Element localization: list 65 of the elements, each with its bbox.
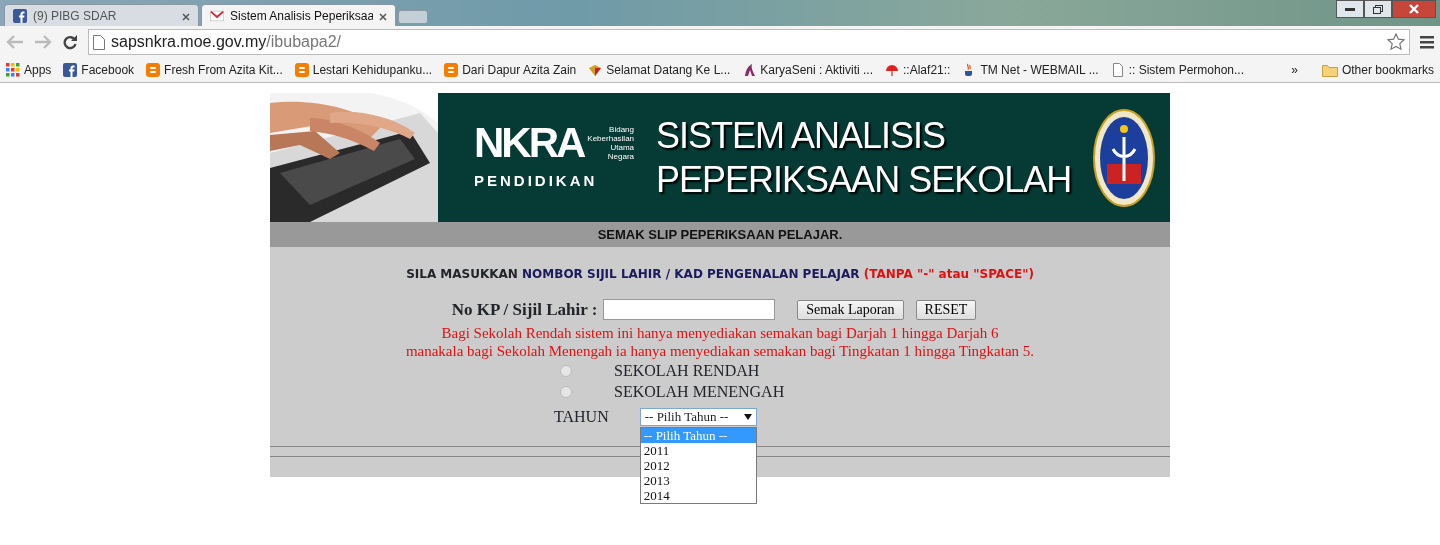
leaf-icon (588, 63, 603, 77)
figure-icon (742, 63, 757, 77)
bookmark[interactable]: Apps (6, 61, 52, 79)
tab-title: (9) PIBG SDAR (33, 7, 118, 25)
logo-caption: Bidang (609, 125, 635, 135)
restore-icon (1373, 4, 1383, 14)
bookmark-folder[interactable]: Other bookmarks (1321, 61, 1434, 79)
bookmark[interactable]: Selamat Datang Ke L... (588, 61, 731, 79)
radio-label: SEKOLAH RENDAH (614, 361, 760, 381)
minimize-icon (1345, 7, 1355, 11)
id-number-field[interactable] (603, 299, 776, 321)
logo-caption: Negara (607, 152, 635, 162)
bookmark[interactable]: ::Alaf21:: (885, 61, 951, 79)
notice-text: Bagi Sekolah Rendah sistem ini hanya menyediakan semakan bagi Darjah 1 hingga Darjah 6 (440, 323, 1000, 342)
logo-subtitle: PENDIDIKAN (474, 171, 598, 192)
logo-caption: Utama (610, 143, 635, 153)
field-label: No KP / Sijil Lahir : (451, 299, 598, 321)
radio-button[interactable] (560, 365, 572, 377)
bookmark[interactable]: Fresh From Azita Kit... (146, 61, 283, 79)
star-icon[interactable] (1387, 33, 1405, 51)
maximize-button[interactable] (1364, 0, 1392, 18)
blog-icon (146, 63, 161, 77)
address-bar[interactable]: sapsnkra.moe.gov.my/ibubapa2/ (88, 29, 1410, 55)
logo-caption: Keberhasilan (587, 134, 635, 144)
close-button[interactable] (1392, 0, 1436, 18)
dropdown-option[interactable]: 2013 (640, 472, 756, 488)
radio-label: SEKOLAH MENENGAH (614, 382, 785, 402)
dropdown-option[interactable]: 2011 (640, 442, 756, 458)
notice-text: manakala bagi Sekolah Menengah ia hanya menyediakan semakan bagi Tingkatan 1 hingga Tingkatan 5. (404, 341, 1036, 360)
bookmark[interactable]: KaryaSeni : Aktiviti ... (742, 61, 874, 79)
reset-button[interactable]: RESET (915, 299, 977, 320)
page-icon (93, 34, 105, 50)
nkra-logo-text: NKRA (474, 122, 584, 165)
bookmark[interactable]: Dari Dapur Azita Zain (444, 61, 577, 79)
facebook-icon (13, 8, 27, 23)
banner-title: SISTEM ANALISIS (656, 113, 947, 158)
instruction-text: SILA MASUKKAN NOMBOR SIJIL LAHIR / KAD PENGENALAN PELAJAR (TANPA "-" atau "SPACE") (405, 266, 1035, 283)
bookmark[interactable]: Facebook (63, 61, 135, 79)
radio-button[interactable] (560, 386, 572, 398)
umbrella-icon (885, 63, 900, 77)
dropdown-option[interactable]: 2014 (640, 487, 756, 503)
facebook-icon (63, 63, 78, 77)
bookmark[interactable]: Lestari Kehidupanku... (294, 61, 433, 79)
field-label: TAHUN (554, 406, 609, 427)
menu-icon[interactable] (1420, 35, 1434, 49)
section-title: SEMAK SLIP PEPERIKSAAN PELAJAR. (270, 222, 1170, 247)
dropdown-option[interactable]: 2012 (640, 457, 756, 473)
more-bookmarks-button[interactable]: » (1291, 61, 1298, 79)
browser-tab[interactable]: (9) PIBG SDAR (4, 4, 199, 26)
page-icon (1110, 63, 1125, 77)
minimize-button[interactable] (1336, 0, 1364, 18)
reload-icon[interactable] (62, 34, 78, 50)
banner-title: PEPERIKSAAN SEKOLAH (656, 157, 1072, 202)
mail-icon (210, 8, 224, 23)
folder-icon (1321, 63, 1338, 77)
check-report-button[interactable]: Semak Laporan (797, 299, 904, 320)
close-icon (1408, 4, 1420, 14)
bookmark[interactable]: :: Sistem Permohon... (1110, 61, 1245, 79)
apps-icon (6, 63, 20, 77)
emblem-icon (1093, 108, 1156, 207)
blog-icon (444, 63, 459, 77)
blog-icon (294, 63, 309, 77)
caret-icon (743, 413, 752, 420)
bookmark[interactable]: TM Net - WEBMAIL ... (962, 61, 1099, 79)
url-text: sapsnkra.moe.gov.my/ibubapa2/ (111, 32, 342, 52)
